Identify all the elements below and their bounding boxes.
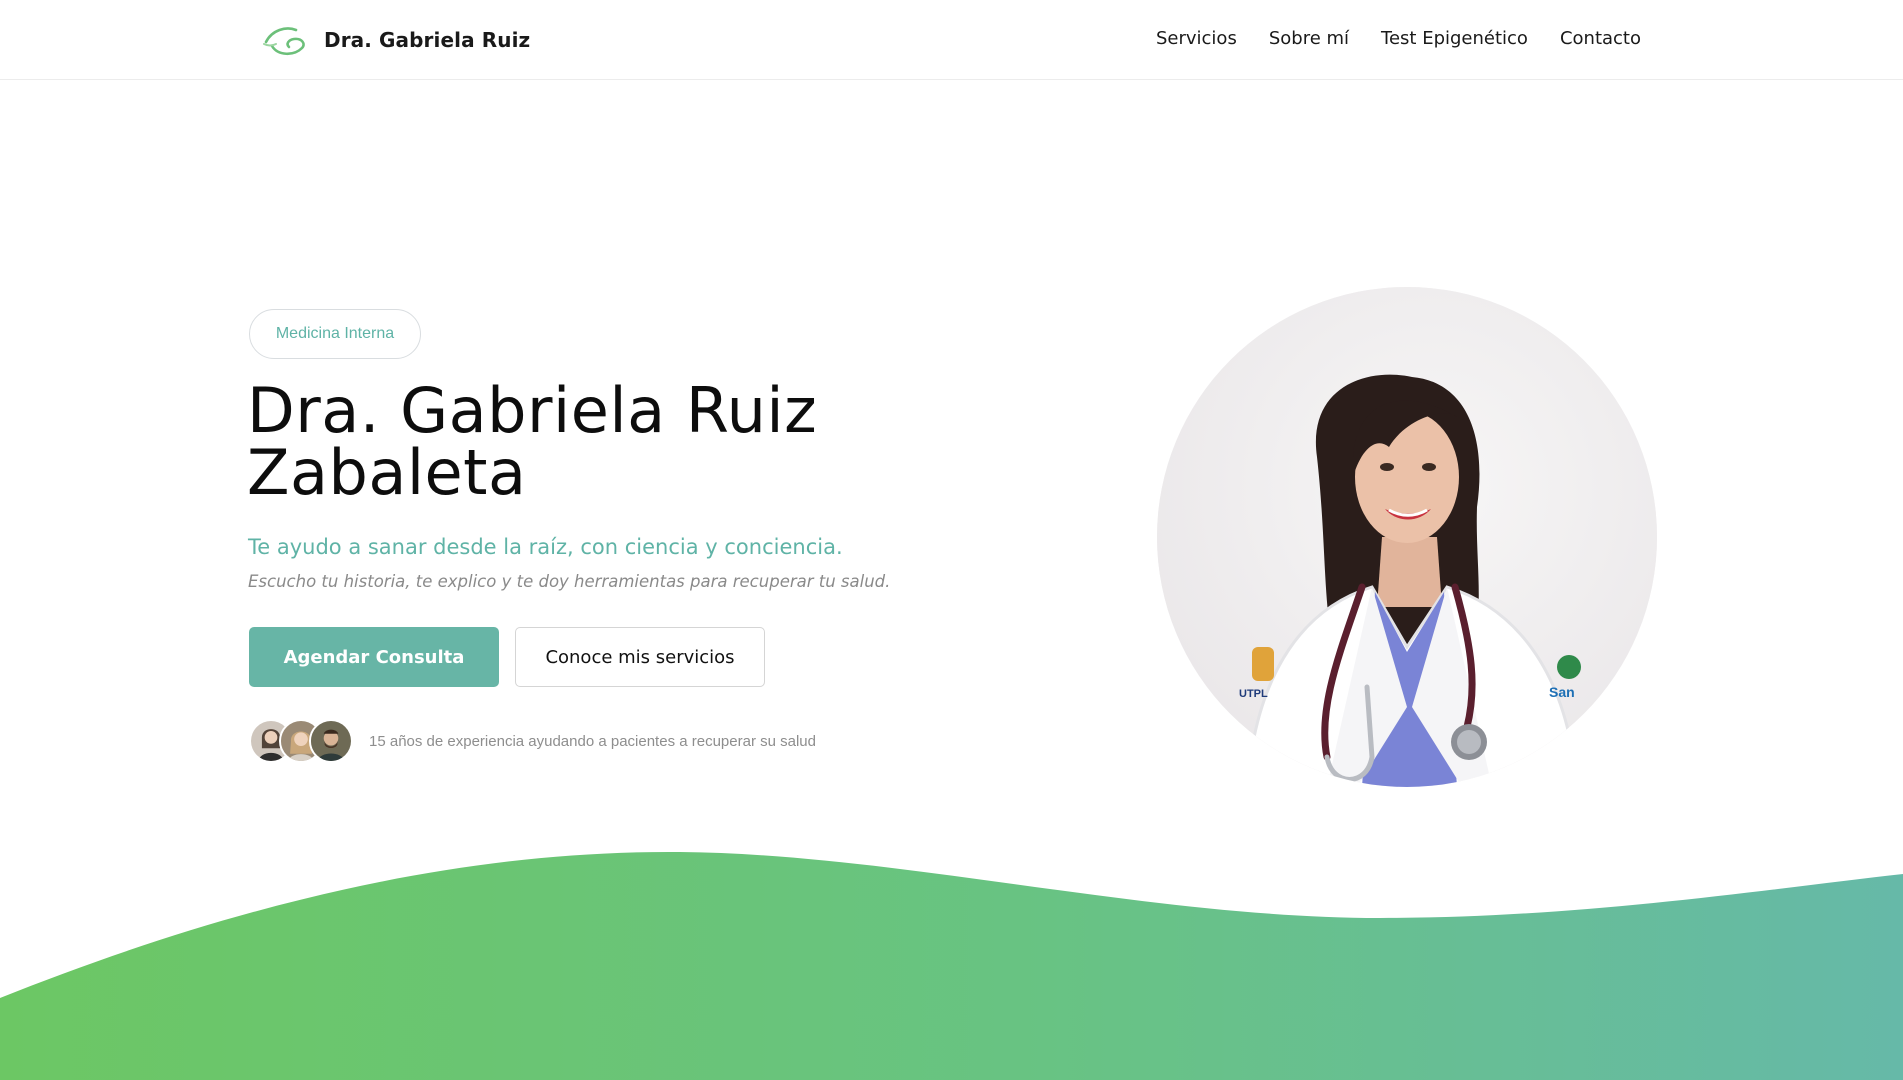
specialty-badge: Medicina Interna [249,309,421,359]
schedule-consultation-button[interactable]: Agendar Consulta [249,627,499,687]
nav-item-contacto[interactable]: Contacto [1560,28,1641,49]
hero-title-line2: Zabaleta [247,436,527,509]
leaf-wave-logo-icon [263,27,305,56]
patient-avatars [249,719,353,763]
site-header: Dra. Gabriela Ruiz Servicios Sobre mí Te… [0,0,1903,80]
main-nav: Servicios Sobre mí Test Epigenético Cont… [1156,28,1641,49]
landing-page: Dra. Gabriela Ruiz Servicios Sobre mí Te… [0,0,1903,1080]
nav-item-servicios[interactable]: Servicios [1156,28,1237,49]
avatar [309,719,353,763]
hero-tagline: Escucho tu historia, te explico y te doy… [248,572,891,591]
social-proof: 15 años de experiencia ayudando a pacien… [249,719,816,763]
brand[interactable]: Dra. Gabriela Ruiz [262,22,530,58]
doctor-portrait: UTPL San [1157,287,1657,787]
experience-text: 15 años de experiencia ayudando a pacien… [369,732,816,750]
hero-title: Dra. Gabriela Ruiz Zabaleta [247,380,947,504]
services-button[interactable]: Conoce mis servicios [515,627,765,687]
hero-subtitle: Te ayudo a sanar desde la raíz, con cien… [248,535,843,559]
svg-text:UTPL: UTPL [1239,688,1268,700]
nav-item-sobre-mi[interactable]: Sobre mí [1269,28,1349,49]
decorative-wave [0,840,1903,1080]
svg-text:San: San [1549,684,1575,700]
nav-item-test-epigenetico[interactable]: Test Epigenético [1381,28,1528,49]
brand-name: Dra. Gabriela Ruiz [324,28,531,52]
